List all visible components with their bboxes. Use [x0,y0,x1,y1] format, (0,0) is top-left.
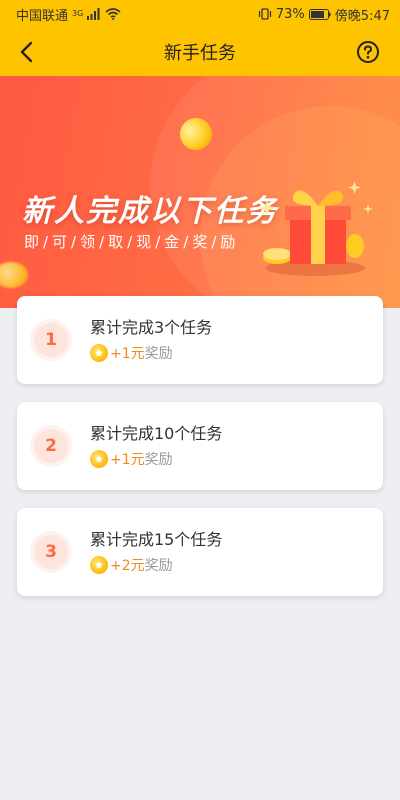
clock: 傍晚5:47 [334,8,390,24]
banner-title: 新人完成以下任务 [22,194,278,229]
nav-bar: 新手任务 [0,28,400,76]
task-reward: +1元 奖励 [90,449,173,469]
task-title: 累计完成3个任务 [90,318,213,337]
status-left: 中国联通 3G [16,5,121,24]
promo-banner: 新人完成以下任务 即/可/领/取/现/金/奖/励 [0,76,400,308]
task-number-badge: 3 [34,535,68,569]
reward-amount: +1元 [110,452,145,468]
task-card[interactable]: 3 累计完成15个任务 +2元 奖励 [17,508,383,596]
coin-icon [90,556,108,574]
reward-amount: +1元 [110,346,145,362]
blurred-coin-icon [0,262,28,288]
reward-label: 奖励 [144,558,173,574]
question-mark-icon [357,41,379,63]
carrier-name: 中国联通 [16,8,69,24]
task-reward: +2元 奖励 [90,555,173,575]
task-reward: +1元 奖励 [90,343,173,363]
task-card[interactable]: 2 累计完成10个任务 +1元 奖励 [17,402,383,490]
signal-icon [87,8,100,20]
task-title: 累计完成15个任务 [90,530,223,549]
reward-amount: +2元 [110,558,145,574]
page-title: 新手任务 [164,43,236,64]
status-bar: 中国联通 3G 73% 傍晚5:47 [0,0,400,28]
gift-box-icon [259,181,373,276]
task-number-badge: 1 [34,323,68,357]
status-right: 73% 傍晚5:47 [258,5,390,24]
task-number-badge: 2 [34,429,68,463]
battery-icon [308,8,331,20]
wifi-icon [105,8,121,20]
banner-subtitle: 即/可/领/取/现/金/奖/励 [24,233,240,251]
vibrate-icon [258,8,271,20]
reward-label: 奖励 [144,346,173,362]
coin-icon [90,344,108,362]
coin-icon [90,450,108,468]
back-button[interactable] [12,38,40,66]
network-type: 3G [72,8,84,18]
help-button[interactable] [356,40,380,64]
task-title: 累计完成10个任务 [90,424,223,443]
task-card[interactable]: 1 累计完成3个任务 +1元 奖励 [17,296,383,384]
back-arrow-icon [20,41,33,63]
battery-percent: 73% [275,6,305,22]
reward-label: 奖励 [144,452,173,468]
